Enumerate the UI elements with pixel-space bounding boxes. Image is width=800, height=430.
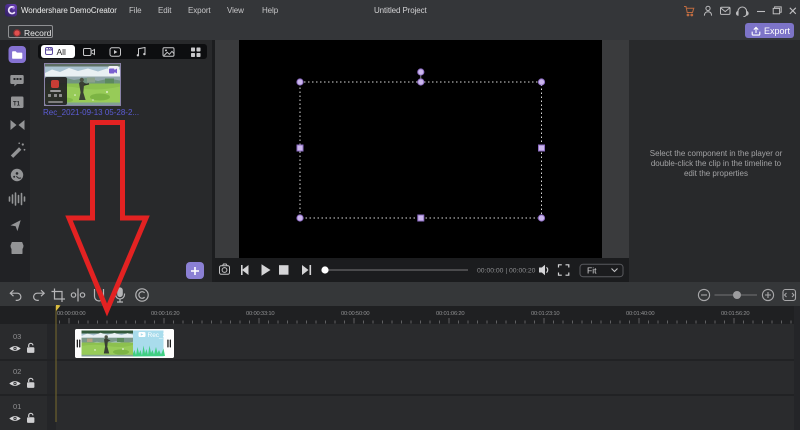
svg-text:Fit: Fit — [587, 265, 597, 275]
svg-text:T1: T1 — [13, 102, 21, 108]
svg-text:00:00:00 | 00:00:20: 00:00:00 | 00:00:20 — [477, 268, 536, 275]
svg-text:Rec_2: Rec_2 — [148, 332, 167, 339]
